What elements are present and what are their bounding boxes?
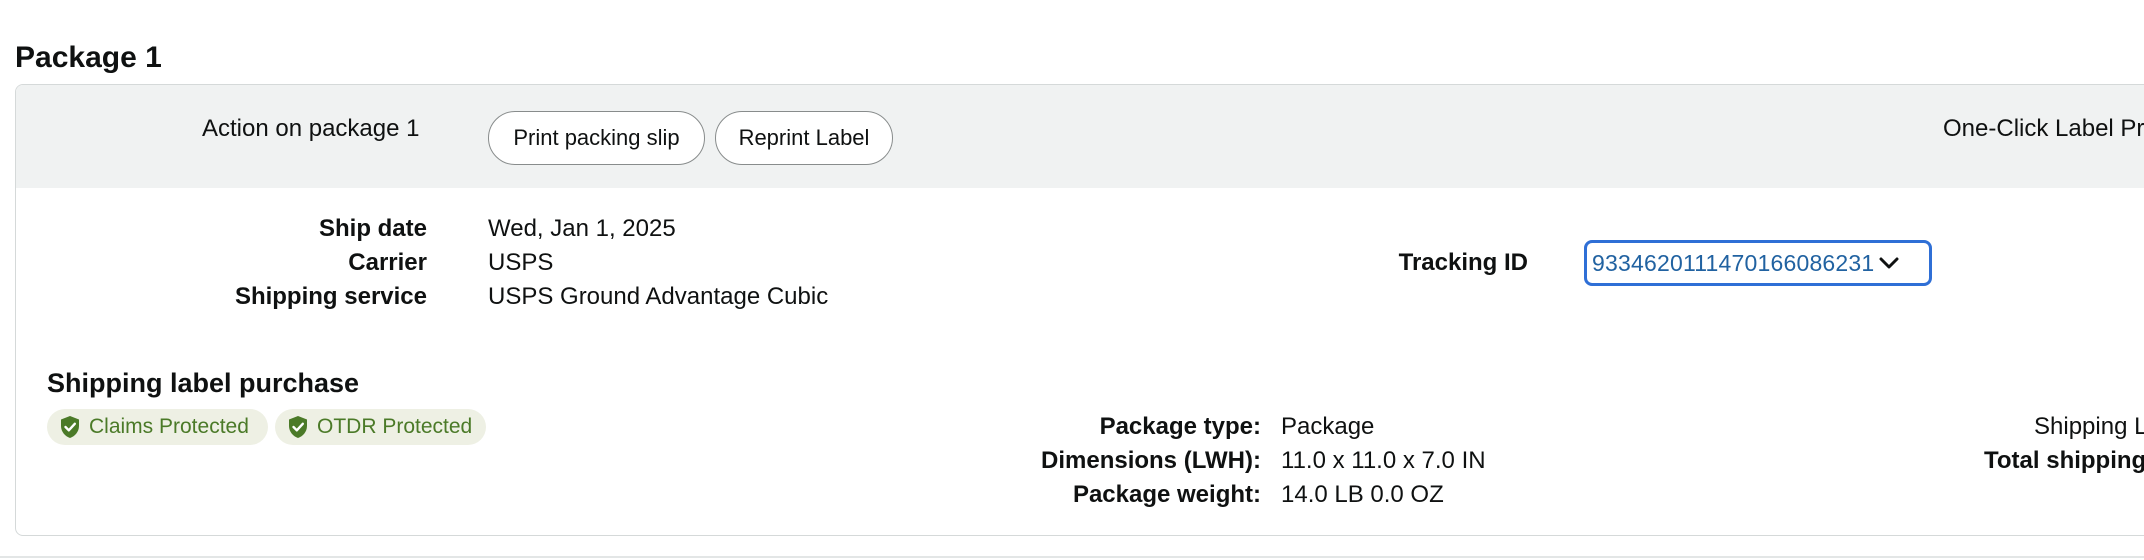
carrier-label: Carrier [348, 249, 427, 276]
dimensions-value: 11.0 x 11.0 x 7.0 IN [1281, 447, 1486, 474]
tracking-id-link[interactable]: 9334620111470166086231 [1592, 250, 1874, 277]
badge-label: Claims Protected [89, 415, 249, 438]
claims-protected-badge: Claims Protected [47, 409, 268, 445]
reprint-label-button[interactable]: Reprint Label [715, 111, 893, 165]
badge-label: OTDR Protected [317, 415, 473, 438]
shield-check-icon [59, 415, 81, 439]
shipping-label-purchase-heading: Shipping label purchase [47, 368, 360, 398]
package-weight-label: Package weight: [1072, 481, 1261, 508]
page-title: Package 1 [15, 41, 162, 74]
package-action-bar: Action on package 1 Print packing slip R… [16, 85, 2144, 188]
shield-check-icon [287, 415, 309, 439]
otdr-protected-badge: OTDR Protected [275, 409, 486, 445]
ship-date-value: Wed, Jan 1, 2025 [488, 215, 676, 242]
package-type-label: Package type: [1099, 413, 1261, 440]
total-shipping-label: Total shipping [1984, 447, 2144, 474]
package-type-value: Package [1281, 413, 1375, 440]
shipping-label-cost-label: Shipping L [2034, 413, 2144, 440]
print-packing-slip-button[interactable]: Print packing slip [488, 111, 705, 165]
ship-date-label: Ship date [318, 215, 427, 242]
tracking-id-dropdown[interactable]: 9334620111470166086231 [1584, 240, 1932, 286]
divider [0, 556, 2144, 558]
dimensions-label: Dimensions (LWH): [1041, 447, 1261, 474]
package-weight-value: 14.0 LB 0.0 OZ [1281, 481, 1444, 508]
tracking-id-label: Tracking ID [1398, 249, 1528, 276]
chevron-down-icon[interactable] [1878, 252, 1900, 274]
carrier-value: USPS [488, 249, 554, 276]
shipping-service-value: USPS Ground Advantage Cubic [488, 283, 829, 310]
one-click-label-text: One-Click Label Pri [1943, 115, 2144, 142]
action-label: Action on package 1 [202, 115, 420, 142]
package-card: Action on package 1 Print packing slip R… [15, 84, 2144, 536]
shipping-service-label: Shipping service [234, 283, 427, 310]
